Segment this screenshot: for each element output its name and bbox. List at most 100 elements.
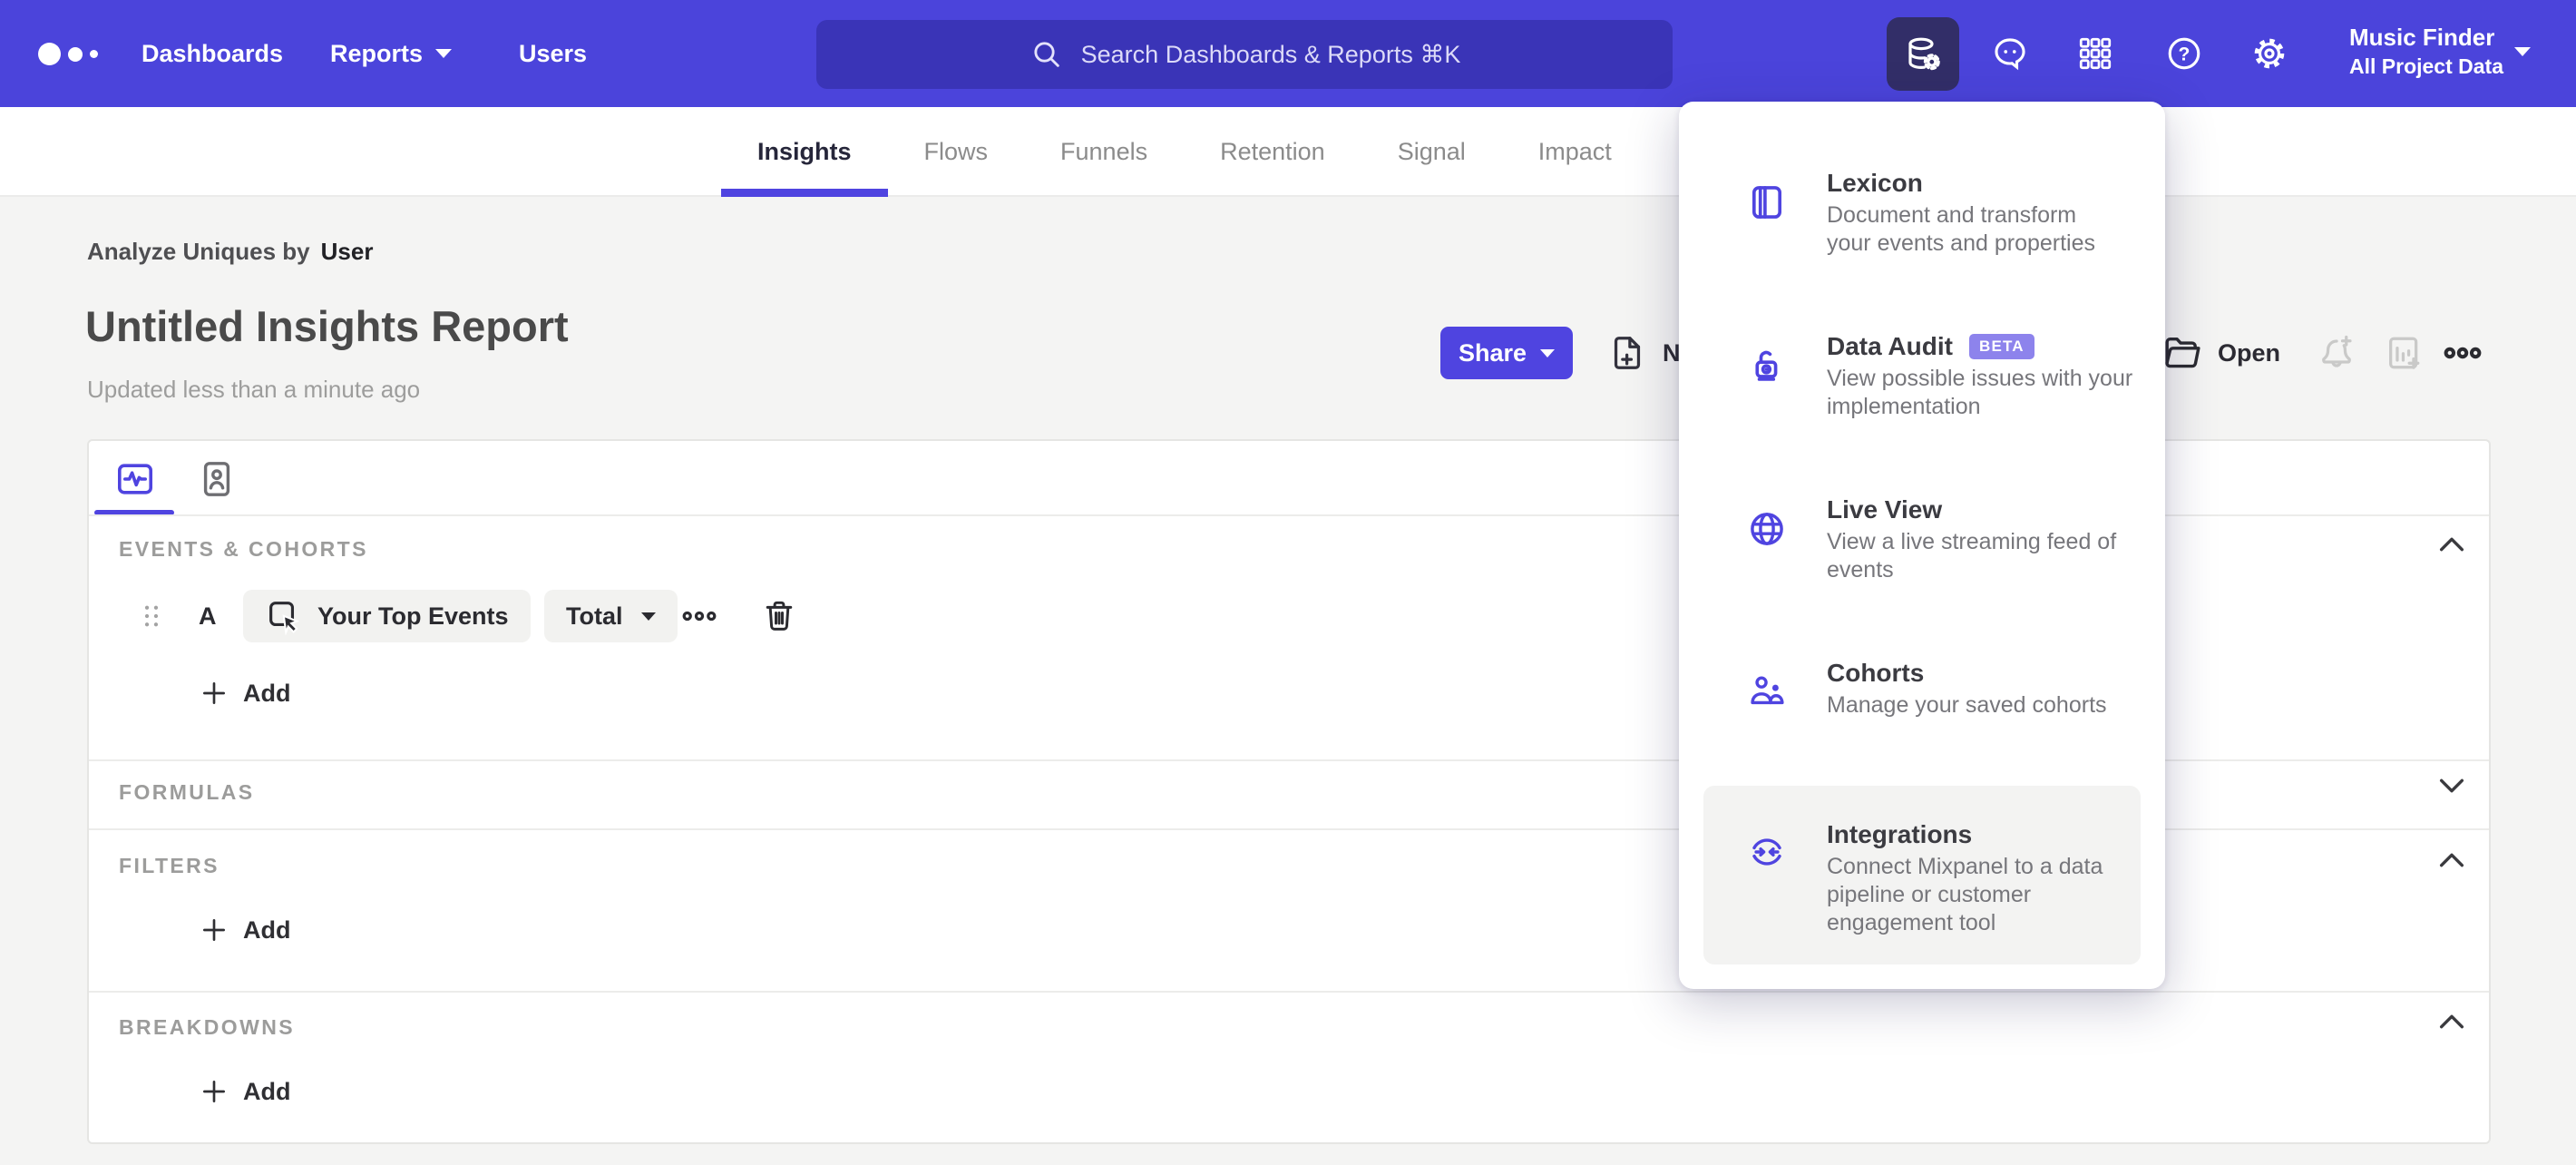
tab-retention[interactable]: Retention bbox=[1184, 107, 1361, 197]
chevron-up-icon bbox=[2439, 853, 2464, 867]
chevron-up-icon bbox=[2439, 537, 2464, 552]
beta-badge: BETA bbox=[1968, 334, 2034, 359]
nav-reports[interactable]: Reports bbox=[330, 0, 453, 107]
nav-reports-label: Reports bbox=[330, 39, 424, 67]
report-more-options-button[interactable] bbox=[2442, 332, 2483, 374]
tab-insights-label: Insights bbox=[757, 138, 852, 165]
people-icon bbox=[1751, 676, 1784, 705]
tab-flows[interactable]: Flows bbox=[888, 107, 1025, 197]
database-gear-icon bbox=[1908, 37, 1940, 70]
filters-heading: FILTERS bbox=[119, 854, 220, 877]
delete-event-button[interactable] bbox=[760, 597, 798, 635]
tab-impact[interactable]: Impact bbox=[1502, 107, 1648, 197]
mixpanel-logo-icon[interactable] bbox=[38, 42, 102, 67]
chevron-down-icon bbox=[1540, 348, 1556, 357]
file-plus-icon bbox=[1614, 337, 1641, 369]
apps-grid-button[interactable] bbox=[2075, 34, 2115, 73]
chevron-down-icon bbox=[435, 49, 453, 58]
menu-item-title: Cohorts bbox=[1827, 659, 1925, 687]
collapse-events-button[interactable] bbox=[2436, 534, 2467, 555]
add-filter-button[interactable]: Add bbox=[200, 915, 290, 945]
breakdowns-heading: BREAKDOWNS bbox=[119, 1015, 295, 1039]
aggregation-selector-chip[interactable]: Total bbox=[544, 590, 678, 642]
share-button[interactable]: Share bbox=[1440, 327, 1573, 379]
search-input[interactable]: Search Dashboards & Reports ⌘K bbox=[816, 20, 1673, 89]
event-more-options-button[interactable] bbox=[680, 602, 718, 631]
tab-signal[interactable]: Signal bbox=[1361, 107, 1502, 197]
expand-formulas-button[interactable] bbox=[2436, 775, 2467, 797]
report-tabbar: Insights Flows Funnels Retention Signal … bbox=[0, 107, 2576, 197]
tab-insights[interactable]: Insights bbox=[721, 107, 888, 197]
project-name: Music Finder bbox=[2349, 24, 2495, 51]
bell-plus-icon bbox=[2322, 335, 2352, 367]
add-event-button[interactable]: Add bbox=[200, 679, 290, 708]
search-placeholder: Search Dashboards & Reports ⌘K bbox=[1080, 40, 1461, 68]
open-label: Open bbox=[2218, 338, 2281, 367]
tab-funnels-label: Funnels bbox=[1060, 138, 1148, 165]
menu-item-title: Integrations bbox=[1827, 820, 1973, 848]
open-report-button[interactable]: Open bbox=[2161, 327, 2280, 379]
chevron-down-icon bbox=[2439, 778, 2464, 793]
drag-handle[interactable] bbox=[136, 601, 167, 631]
menu-item-description: Document and transform your events and p… bbox=[1827, 202, 2096, 256]
aggregation-value: Total bbox=[566, 602, 623, 630]
menu-item-title: Data Audit bbox=[1827, 332, 1953, 360]
tab-funnels[interactable]: Funnels bbox=[1024, 107, 1184, 197]
panel-tab-profiles[interactable] bbox=[195, 457, 239, 501]
share-label: Share bbox=[1458, 338, 1527, 367]
ellipsis-icon bbox=[2444, 347, 2482, 359]
add-event-label: Add bbox=[243, 679, 291, 707]
analyze-by-prefix: Analyze Uniques by bbox=[87, 238, 310, 265]
panel-tab-events[interactable] bbox=[113, 457, 157, 501]
event-selector-chip[interactable]: Your Top Events bbox=[243, 590, 531, 642]
add-to-dashboard-button[interactable] bbox=[2384, 332, 2425, 374]
report-title[interactable]: Untitled Insights Report bbox=[85, 301, 569, 351]
insights-pulse-icon bbox=[118, 464, 153, 494]
lock-icon bbox=[1755, 350, 1778, 381]
apps-grid-icon bbox=[2079, 37, 2112, 70]
series-label: A bbox=[199, 602, 217, 630]
analyze-by-row: Analyze Uniques by User bbox=[87, 238, 373, 266]
menu-item-integrations[interactable]: Integrations Connect Mixpanel to a data … bbox=[1703, 786, 2141, 964]
event-name: Your Top Events bbox=[317, 602, 509, 630]
menu-item-lexicon[interactable]: Lexicon Document and transform your even… bbox=[1703, 160, 2141, 323]
ellipsis-icon bbox=[682, 611, 717, 622]
profile-card-icon bbox=[203, 462, 230, 496]
add-breakdown-button[interactable]: Add bbox=[200, 1077, 290, 1106]
feedback-chat-icon bbox=[1995, 38, 2025, 71]
collapse-breakdowns-button[interactable] bbox=[2436, 1011, 2467, 1033]
add-breakdown-label: Add bbox=[243, 1077, 291, 1105]
menu-item-description: Connect Mixpanel to a data pipeline or c… bbox=[1827, 854, 2103, 935]
tab-signal-label: Signal bbox=[1397, 138, 1466, 165]
settings-button[interactable] bbox=[2249, 34, 2289, 73]
menu-item-live-view[interactable]: Live View View a live streaming feed of … bbox=[1703, 486, 2141, 650]
nav-users[interactable]: Users bbox=[519, 0, 587, 107]
sync-icon bbox=[1752, 838, 1781, 866]
tab-flows-label: Flows bbox=[923, 138, 989, 165]
data-management-dropdown: Lexicon Document and transform your even… bbox=[1679, 102, 2165, 989]
nav-users-label: Users bbox=[519, 39, 588, 67]
data-management-button[interactable] bbox=[1887, 17, 1959, 91]
create-alert-button[interactable] bbox=[2316, 332, 2357, 374]
divider bbox=[89, 991, 2489, 993]
help-button[interactable]: ? bbox=[2164, 34, 2204, 73]
menu-item-cohorts[interactable]: Cohorts Manage your saved cohorts bbox=[1703, 650, 2141, 786]
settings-gear-icon bbox=[2254, 38, 2285, 69]
menu-item-description: View a live streaming feed of events bbox=[1827, 529, 2117, 582]
plus-icon bbox=[203, 682, 225, 704]
project-selector[interactable]: Music Finder All Project Data bbox=[2349, 22, 2503, 80]
chevron-down-icon bbox=[2514, 47, 2531, 56]
analyze-by-selector[interactable]: User bbox=[321, 238, 374, 266]
nav-dashboards[interactable]: Dashboards bbox=[141, 0, 283, 107]
formulas-heading: FORMULAS bbox=[119, 780, 255, 804]
plus-icon bbox=[203, 919, 225, 941]
trash-icon bbox=[766, 601, 793, 631]
tab-retention-label: Retention bbox=[1220, 138, 1325, 165]
events-cohorts-heading: EVENTS & COHORTS bbox=[119, 537, 368, 561]
top-nav: Dashboards Reports Users Search Dashboar… bbox=[0, 0, 2576, 107]
event-click-icon bbox=[269, 602, 300, 635]
mixpanel-app: Dashboards Reports Users Search Dashboar… bbox=[0, 0, 2576, 1165]
collapse-filters-button[interactable] bbox=[2436, 849, 2467, 871]
feedback-button[interactable] bbox=[1990, 34, 2030, 73]
menu-item-data-audit[interactable]: Data Audit BETA View possible issues wit… bbox=[1703, 323, 2141, 486]
